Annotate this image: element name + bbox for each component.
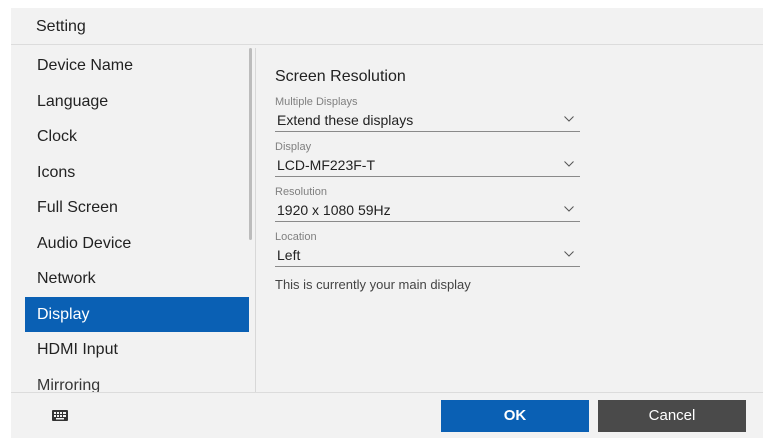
display-select[interactable]: LCD-MF223F-T <box>275 154 580 177</box>
sidebar: Device Name Language Clock Icons Full Sc… <box>25 48 249 392</box>
multiple-displays-field: Multiple Displays Extend these displays <box>275 95 580 132</box>
resolution-label: Resolution <box>275 186 327 198</box>
sidebar-item-mirroring[interactable]: Mirroring <box>25 368 249 393</box>
sidebar-item-icons[interactable]: Icons <box>25 155 249 191</box>
sidebar-scrollbar-thumb[interactable] <box>249 48 252 240</box>
section-title: Screen Resolution <box>275 68 406 85</box>
keyboard-icon[interactable] <box>52 410 68 421</box>
sidebar-scrollbar[interactable] <box>249 48 254 392</box>
sidebar-item-full-screen[interactable]: Full Screen <box>25 190 249 226</box>
cancel-button[interactable]: Cancel <box>598 400 746 432</box>
location-value: Left <box>277 247 301 263</box>
main-display-note: This is currently your main display <box>275 277 471 292</box>
display-field: Display LCD-MF223F-T <box>275 140 580 177</box>
display-value: LCD-MF223F-T <box>277 157 376 173</box>
sidebar-item-audio-device[interactable]: Audio Device <box>25 226 249 262</box>
resolution-value: 1920 x 1080 59Hz <box>277 202 391 218</box>
multiple-displays-select[interactable]: Extend these displays <box>275 109 580 132</box>
location-select[interactable]: Left <box>275 244 580 267</box>
resolution-field: Resolution 1920 x 1080 59Hz <box>275 185 580 222</box>
multiple-displays-label: Multiple Displays <box>275 96 358 108</box>
sidebar-item-hdmi-input[interactable]: HDMI Input <box>25 332 249 368</box>
multiple-displays-value: Extend these displays <box>277 112 414 128</box>
dialog-footer: OK Cancel <box>11 392 763 438</box>
chevron-down-icon <box>564 116 574 122</box>
sidebar-item-display[interactable]: Display <box>25 296 249 332</box>
title-bar: Setting <box>11 8 763 45</box>
chevron-down-icon <box>564 251 574 257</box>
location-field: Location Left <box>275 230 580 267</box>
display-settings-panel: Screen Resolution Multiple Displays Exte… <box>275 68 595 292</box>
chevron-down-icon <box>564 206 574 212</box>
sidebar-item-clock[interactable]: Clock <box>25 119 249 155</box>
ok-button[interactable]: OK <box>441 400 589 432</box>
resolution-select[interactable]: 1920 x 1080 59Hz <box>275 199 580 222</box>
sidebar-item-device-name[interactable]: Device Name <box>25 48 249 84</box>
settings-dialog: Setting Device Name Language Clock Icons… <box>11 8 763 438</box>
sidebar-item-network[interactable]: Network <box>25 261 249 297</box>
sidebar-item-language[interactable]: Language <box>25 84 249 120</box>
panel-divider <box>255 48 256 392</box>
location-label: Location <box>275 231 317 243</box>
dialog-title: Setting <box>36 18 86 35</box>
display-label: Display <box>275 141 312 153</box>
chevron-down-icon <box>564 161 574 167</box>
